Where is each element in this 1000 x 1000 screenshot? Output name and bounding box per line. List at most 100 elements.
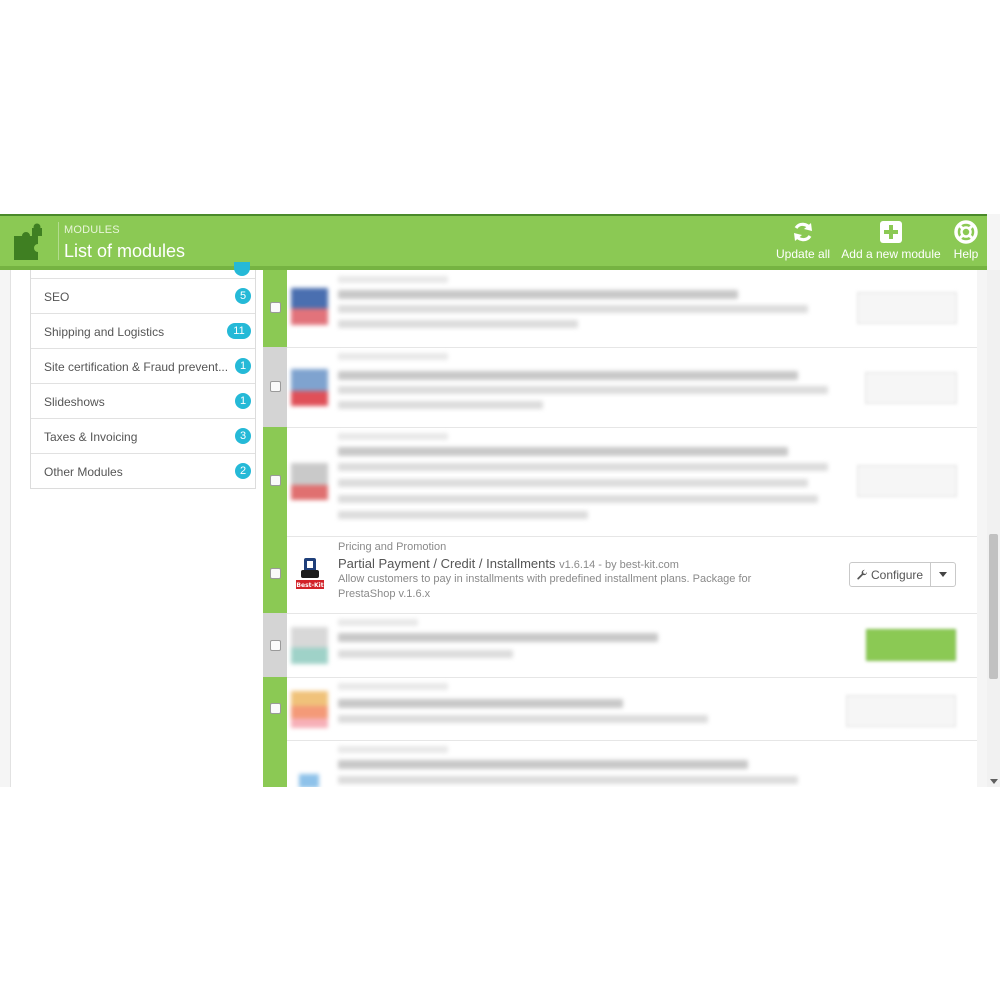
- configure-button-group: Configure: [849, 562, 957, 587]
- module-icon: [299, 774, 319, 787]
- category-count-badge: 1: [235, 358, 251, 374]
- module-desc-blurred: [338, 386, 828, 394]
- module-category-blurred: [338, 433, 448, 440]
- category-count-badge: 11: [227, 323, 251, 339]
- update-all-button[interactable]: Update all: [776, 220, 830, 264]
- category-count-badge: 2: [235, 463, 251, 479]
- category-item-site-certification[interactable]: Site certification & Fraud prevent... 1: [31, 349, 255, 384]
- page-title: List of modules: [64, 241, 186, 261]
- category-item-taxes[interactable]: Taxes & Invoicing 3: [31, 419, 255, 454]
- module-status-stripe: [263, 740, 287, 787]
- module-checkbox[interactable]: [270, 381, 281, 392]
- category-label: Site certification & Fraud prevent...: [44, 360, 229, 374]
- category-count-badge: 3: [235, 428, 251, 444]
- puzzle-piece-icon: [14, 223, 42, 260]
- module-category-blurred: [338, 619, 418, 626]
- help-label: Help: [953, 247, 979, 261]
- category-item-other[interactable]: Other Modules 2: [31, 454, 255, 488]
- module-checkbox[interactable]: [270, 568, 281, 579]
- module-action-button-blurred[interactable]: [865, 372, 957, 404]
- prestashop-admin-window: MODULES List of modules Update all Add a…: [0, 214, 1000, 787]
- module-desc-blurred: [338, 463, 828, 471]
- module-checkbox[interactable]: [270, 302, 281, 313]
- add-new-module-label: Add a new module: [841, 247, 941, 261]
- category-label: SEO: [44, 290, 70, 304]
- module-desc-blurred: [338, 715, 708, 723]
- module-desc-blurred: [338, 495, 818, 503]
- module-action-button-blurred[interactable]: [846, 695, 956, 727]
- help-button[interactable]: Help: [950, 220, 982, 264]
- module-title-blurred: [338, 371, 798, 380]
- page-header: MODULES List of modules Update all Add a…: [0, 214, 987, 266]
- module-icon: [291, 288, 328, 325]
- configure-label: Configure: [871, 567, 924, 582]
- category-item-shipping[interactable]: Shipping and Logistics 11: [31, 314, 255, 349]
- module-row[interactable]: [263, 677, 977, 741]
- module-action-button-blurred[interactable]: [857, 465, 957, 497]
- category-list: SEO 5 Shipping and Logistics 11 Site cer…: [30, 262, 256, 489]
- module-row[interactable]: [263, 427, 977, 537]
- scroll-down-arrow-icon[interactable]: [990, 779, 998, 784]
- category-count-badge: [234, 262, 250, 276]
- breadcrumb[interactable]: MODULES: [64, 224, 120, 236]
- module-category: Pricing and Promotion: [338, 541, 447, 553]
- module-desc-blurred: [338, 401, 543, 409]
- scrollbar-thumb[interactable]: [989, 534, 998, 679]
- module-desc-blurred: [338, 511, 588, 519]
- module-list: Best-Kit Pricing and Promotion Partial P…: [263, 270, 977, 787]
- module-category-blurred: [338, 353, 448, 360]
- caret-down-icon: [939, 572, 948, 577]
- add-new-module-button[interactable]: Add a new module: [841, 220, 941, 264]
- module-action-button-blurred[interactable]: [857, 292, 957, 324]
- category-item-seo[interactable]: SEO 5: [31, 279, 255, 314]
- plus-square-icon: [880, 221, 902, 243]
- module-checkbox[interactable]: [270, 703, 281, 714]
- module-row[interactable]: [263, 740, 977, 787]
- category-label: Shipping and Logistics: [44, 325, 165, 339]
- header-separator: [58, 222, 59, 260]
- module-icon: [291, 627, 328, 664]
- module-category-blurred: [338, 683, 448, 690]
- wrench-icon: [857, 569, 868, 580]
- module-category-blurred: [338, 276, 448, 283]
- category-item-slideshows[interactable]: Slideshows 1: [31, 384, 255, 419]
- module-desc-blurred: [338, 305, 808, 313]
- module-row[interactable]: [263, 613, 977, 678]
- refresh-icon: [794, 222, 812, 242]
- category-label: Taxes & Invoicing: [44, 430, 138, 444]
- category-item-partial[interactable]: [31, 262, 255, 279]
- lifebuoy-icon: [954, 220, 978, 244]
- module-desc-blurred: [338, 320, 578, 328]
- module-description: Allow customers to pay in installments w…: [338, 573, 752, 600]
- module-version: v1.6.14 - by best-kit.com: [559, 559, 679, 571]
- category-sidebar: SEO 5 Shipping and Logistics 11 Site cer…: [10, 262, 264, 787]
- module-icon: [291, 369, 328, 406]
- best-kit-logo-icon: Best-Kit: [296, 558, 324, 589]
- module-title-blurred: [338, 290, 738, 299]
- vertical-scrollbar[interactable]: [987, 270, 1000, 787]
- module-category-blurred: [338, 746, 448, 753]
- category-count-badge: 1: [235, 393, 251, 409]
- module-name: Partial Payment / Credit / Installments: [338, 556, 556, 571]
- module-install-button-blurred[interactable]: [866, 629, 956, 661]
- module-checkbox[interactable]: [270, 640, 281, 651]
- category-label: Slideshows: [44, 395, 105, 409]
- module-row-partial-payment[interactable]: Best-Kit Pricing and Promotion Partial P…: [263, 536, 977, 614]
- module-desc-blurred: [338, 650, 513, 658]
- configure-button[interactable]: Configure: [850, 563, 932, 586]
- category-count-badge: 5: [235, 288, 251, 304]
- category-label: Other Modules: [44, 465, 123, 479]
- module-title-blurred: [338, 447, 788, 456]
- module-title: Partial Payment / Credit / Installments …: [338, 556, 679, 571]
- module-title-blurred: [338, 699, 623, 708]
- module-title-blurred: [338, 633, 658, 642]
- module-row[interactable]: [263, 270, 977, 348]
- module-desc-blurred: [338, 479, 808, 487]
- update-all-label: Update all: [776, 247, 831, 261]
- module-row[interactable]: [263, 347, 977, 428]
- configure-dropdown-toggle[interactable]: [931, 563, 955, 586]
- module-icon: [291, 463, 328, 500]
- module-desc-blurred: [338, 776, 798, 784]
- module-checkbox[interactable]: [270, 475, 281, 486]
- module-title-blurred: [338, 760, 748, 769]
